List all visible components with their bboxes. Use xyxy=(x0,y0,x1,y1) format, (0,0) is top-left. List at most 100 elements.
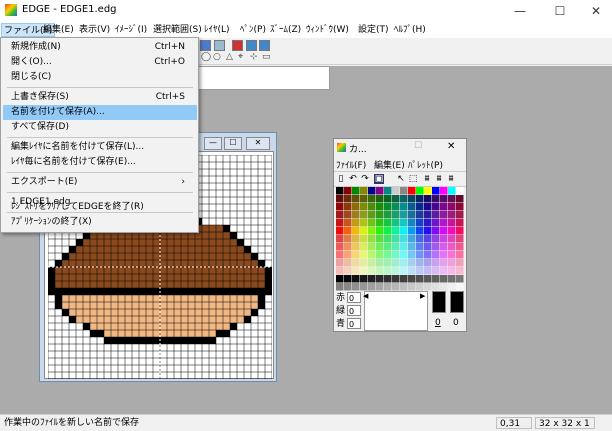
maximize-button[interactable]: ☐ xyxy=(224,137,242,150)
rgb-slider-track[interactable] xyxy=(364,291,428,331)
palette-swatch xyxy=(384,275,392,283)
rgb-slider-left-arrow[interactable]: ◀ xyxy=(363,292,368,300)
text-tool-icon[interactable]: ⊹ xyxy=(250,52,260,62)
palette-menu-palette[interactable]: ﾊﾟﾚｯﾄ(P) xyxy=(408,158,443,171)
canvas-pixel xyxy=(90,232,97,239)
gradient-icon[interactable]: ⩩ xyxy=(446,174,456,184)
canvas-pixel xyxy=(202,253,209,260)
canvas-pixel xyxy=(97,232,104,239)
redo-icon[interactable]: ↷ xyxy=(360,174,370,184)
color-palette-grid[interactable] xyxy=(336,187,466,291)
rgb-slider-right-arrow[interactable]: ▶ xyxy=(420,292,425,300)
canvas-pixel xyxy=(160,330,167,337)
canvas-pixel xyxy=(76,295,83,302)
menu-item-close[interactable]: 閉じる(C) xyxy=(3,70,197,85)
canvas-pixel xyxy=(132,316,139,323)
new-file-icon[interactable]: ▯ xyxy=(336,174,346,184)
palette-swatch xyxy=(456,195,464,203)
menu-view[interactable]: 表示(V) xyxy=(77,23,112,37)
palette-swatch xyxy=(448,211,456,219)
ellipse-select-icon[interactable]: ◯ xyxy=(201,52,211,62)
palette-menu-edit[interactable]: 編集(E) xyxy=(374,158,405,171)
menu-item-open[interactable]: 開く(O)... Ctrl+O xyxy=(3,55,197,70)
red-value[interactable]: 0 xyxy=(347,292,361,303)
canvas-pixel xyxy=(62,267,69,274)
close-button[interactable]: ✕ xyxy=(576,0,612,22)
palette-maximize-button[interactable]: ☐ xyxy=(414,141,422,151)
palette-menu-file[interactable]: ﾌｧｲﾙ(F) xyxy=(336,158,366,171)
menu-selection[interactable]: 選択範囲(S) xyxy=(151,23,204,37)
palette-swatch xyxy=(336,259,344,267)
swap-color-icon[interactable]: ▣ xyxy=(374,174,384,184)
menu-edit[interactable]: 編集(E) xyxy=(41,23,76,37)
menu-help[interactable]: ﾍﾙﾌﾟ(H) xyxy=(392,23,428,37)
canvas-pixel xyxy=(195,267,202,274)
canvas-pixel xyxy=(132,330,139,337)
menu-layer[interactable]: ﾚｲﾔ(L) xyxy=(202,23,232,37)
menu-item-export[interactable]: エクスポート(E) › xyxy=(3,175,197,190)
tool-icon[interactable] xyxy=(259,40,270,51)
canvas-pixel xyxy=(76,239,83,246)
gradient-icon[interactable]: ⩩ xyxy=(422,174,432,184)
tool-icon[interactable] xyxy=(246,40,257,51)
menu-zoom[interactable]: ｽﾞｰﾑ(Z) xyxy=(268,23,303,37)
polygon-select-icon[interactable]: △ xyxy=(226,52,236,62)
green-value[interactable]: 0 xyxy=(347,305,361,316)
canvas-pixel xyxy=(111,274,118,281)
background-color-swatch[interactable] xyxy=(450,291,464,313)
canvas-pixel xyxy=(153,288,160,295)
canvas-pixel xyxy=(146,316,153,323)
blue-value[interactable]: 0 xyxy=(347,318,361,329)
menu-item-save-each-layer[interactable]: ﾚｲﾔ毎に名前を付けて保存(E)... xyxy=(3,155,197,170)
palette-swatch xyxy=(416,243,424,251)
menu-item-clear-registry-exit[interactable]: ﾚｼﾞｽﾄﾘをｸﾘｱしてEDGEを終了(R) xyxy=(3,200,197,215)
lasso-icon[interactable]: ○ xyxy=(213,52,223,62)
menu-window[interactable]: ｳｨﾝﾄﾞｳ(W) xyxy=(304,23,351,37)
palette-swatch xyxy=(408,195,416,203)
canvas-pixel xyxy=(139,253,146,260)
menu-item-exit[interactable]: ｱﾌﾟﾘｹｰｼｮﾝの終了(X) xyxy=(3,215,197,230)
canvas-pixel xyxy=(104,302,111,309)
maximize-button[interactable]: ☐ xyxy=(540,0,580,22)
stamp-icon[interactable]: ▭ xyxy=(262,52,272,62)
palette-close-button[interactable]: ✕ xyxy=(447,141,455,152)
canvas-pixel xyxy=(160,274,167,281)
undo-icon[interactable]: ↶ xyxy=(348,174,358,184)
palette-swatch xyxy=(424,227,432,235)
palette-swatch xyxy=(432,211,440,219)
tool-icon[interactable] xyxy=(200,40,211,51)
minimize-button[interactable]: — xyxy=(500,0,540,22)
minimize-button[interactable]: — xyxy=(204,137,222,150)
menu-pen[interactable]: ﾍﾟﾝ(P) xyxy=(238,23,268,37)
canvas-pixel xyxy=(181,281,188,288)
canvas-pixel xyxy=(209,337,216,344)
pointer-icon[interactable]: ↖ xyxy=(396,174,406,184)
close-button[interactable]: ✕ xyxy=(246,137,270,150)
canvas-pixel xyxy=(83,281,90,288)
palette-swatch xyxy=(408,235,416,243)
menu-image[interactable]: ｲﾒｰｼﾞ(I) xyxy=(113,23,149,37)
menu-item-label: 編集ﾚｲﾔに名前を付けて保存(L)... xyxy=(11,142,145,152)
gradient-icon[interactable]: ⩩ xyxy=(434,174,444,184)
canvas-pixel xyxy=(209,309,216,316)
menu-item-save[interactable]: 上書き保存(S) Ctrl+S xyxy=(3,90,197,105)
menu-item-save-all[interactable]: すべて保存(D) xyxy=(3,120,197,135)
canvas-pixel xyxy=(132,253,139,260)
palette-swatch xyxy=(360,243,368,251)
tool-icon[interactable] xyxy=(232,40,243,51)
canvas-pixel xyxy=(223,330,230,337)
palette-window: カ... ✕ ☐ ﾌｧｲﾙ(F) 編集(E) ﾊﾟﾚｯﾄ(P) ▯ ↶ ↷ ▣ … xyxy=(333,138,467,332)
menu-settings[interactable]: 設定(T) xyxy=(356,23,391,37)
canvas-pixel xyxy=(160,302,167,309)
palette-swatch xyxy=(352,195,360,203)
foreground-color-swatch[interactable] xyxy=(432,291,446,313)
menu-item-new[interactable]: 新規作成(N) Ctrl+N xyxy=(3,40,197,55)
menu-item-save-as[interactable]: 名前を付けて保存(A)... xyxy=(3,105,197,120)
tool-icon[interactable] xyxy=(214,40,225,51)
menu-item-save-layer[interactable]: 編集ﾚｲﾔに名前を付けて保存(L)... xyxy=(3,140,197,155)
select-range-icon[interactable]: ⬚ xyxy=(408,174,418,184)
canvas-pixel xyxy=(167,337,174,344)
magic-wand-icon[interactable]: ⌖ xyxy=(238,52,248,62)
canvas-pixel xyxy=(223,239,230,246)
canvas-pixel xyxy=(118,239,125,246)
